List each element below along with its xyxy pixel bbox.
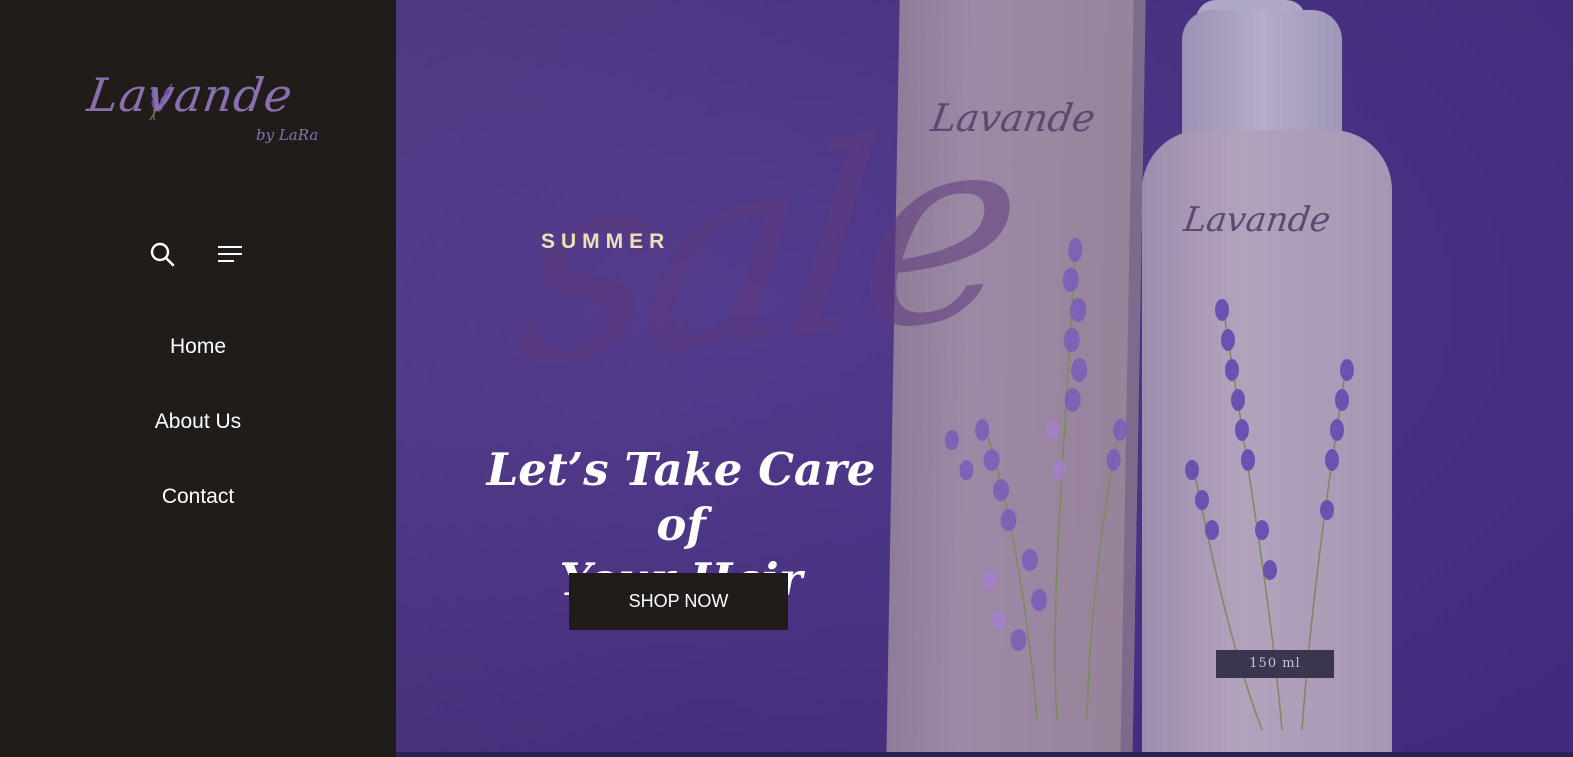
nav-item-home[interactable]: Home (0, 330, 396, 405)
shop-now-button[interactable]: SHOP NOW (569, 573, 788, 630)
nav-item-about-us[interactable]: About Us (0, 405, 396, 480)
search-icon[interactable] (146, 238, 178, 270)
product-volume-label: 150 ml (1216, 650, 1334, 678)
nav-item-contact[interactable]: Contact (0, 480, 396, 555)
brand-logo[interactable]: Lavande by LaRa (80, 62, 320, 172)
logo-byline: by LaRa (256, 126, 319, 144)
hero-bottom-strip (396, 752, 1573, 757)
logo-wordmark: Lavande (84, 68, 297, 122)
hero-headline-line1: Let’s Take Care of (486, 443, 876, 551)
sidebar: Lavande by LaRa Home About Us Contact (0, 0, 396, 757)
sidebar-tools (146, 238, 256, 270)
hero-eyebrow: SUMMER (541, 230, 671, 253)
sidebar-nav: Home About Us Contact (0, 330, 396, 555)
hamburger-menu-icon[interactable] (214, 238, 246, 270)
hero-banner: Lavande Lavande 150 ml sale SUMMER Let’s… (396, 0, 1573, 752)
bottle-neck (1182, 10, 1342, 150)
